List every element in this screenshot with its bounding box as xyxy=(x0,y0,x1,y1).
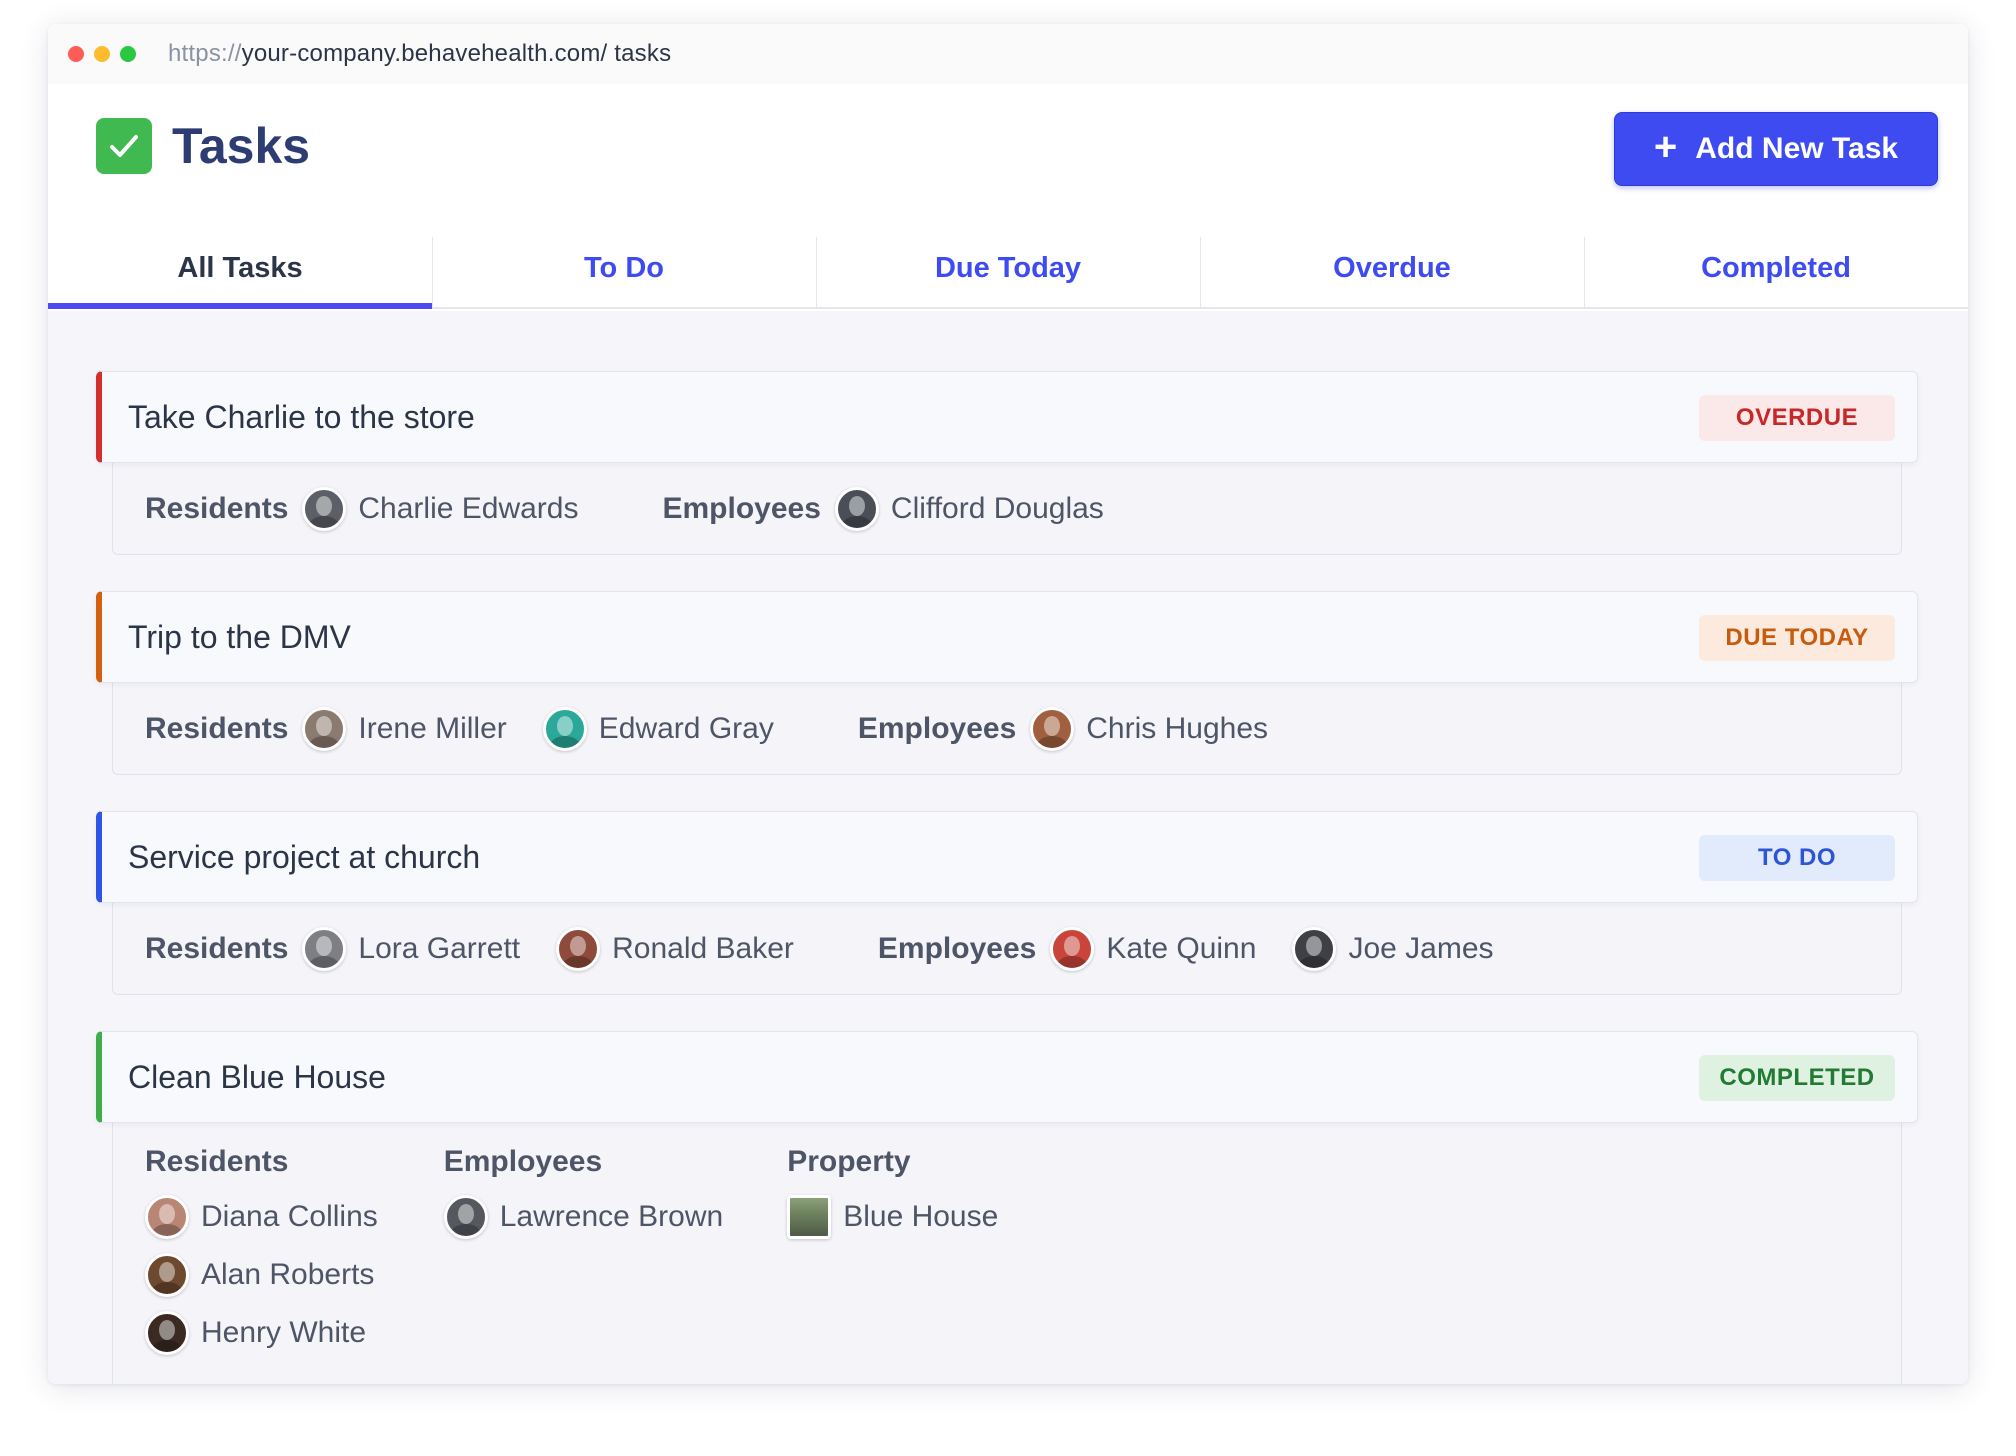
page-title: Tasks xyxy=(172,118,311,174)
status-badge: TO DO xyxy=(1699,835,1895,881)
url-path: your-company.behavehealth.com/ tasks xyxy=(241,40,672,67)
house-thumbnail xyxy=(787,1195,832,1239)
task-title: Clean Blue House xyxy=(128,1058,386,1095)
status-badge: OVERDUE xyxy=(1699,395,1895,441)
employees-column: Employees Lawrence Brown xyxy=(443,1145,724,1253)
page-header: Tasks + Add New Task xyxy=(48,84,1968,234)
person-name: Ronald Baker xyxy=(612,931,794,965)
task-title: Trip to the DMV xyxy=(128,618,351,655)
add-new-task-label: Add New Task xyxy=(1695,132,1899,165)
resident-chip[interactable]: Henry White xyxy=(145,1311,378,1355)
person-name: Lawrence Brown xyxy=(499,1200,724,1233)
avatar xyxy=(1050,926,1095,971)
avatar xyxy=(302,486,347,531)
tab-all-tasks[interactable]: All Tasks xyxy=(48,229,432,309)
tab-to-do[interactable]: To Do xyxy=(432,229,816,307)
employees-label: Employees xyxy=(443,1145,603,1178)
employees-label: Employees xyxy=(857,711,1017,745)
task-header[interactable]: Service project at church TO DO xyxy=(96,811,1918,903)
tab-due-today[interactable]: Due Today xyxy=(816,229,1200,307)
task-card[interactable]: Trip to the DMV DUE TODAY Residents Iren… xyxy=(96,591,1918,775)
person-name: Diana Collins xyxy=(201,1200,378,1233)
person-name: Irene Miller xyxy=(358,711,507,745)
tab-overdue[interactable]: Overdue xyxy=(1200,229,1584,307)
person-name: Henry White xyxy=(201,1316,367,1349)
avatar xyxy=(1292,926,1337,971)
avatar xyxy=(1030,706,1075,751)
property-label: Property xyxy=(787,1145,911,1178)
task-card[interactable]: Service project at church TO DO Resident… xyxy=(96,811,1918,995)
person-name: Kate Quinn xyxy=(1106,931,1257,965)
employee-chip[interactable]: Lawrence Brown xyxy=(443,1195,724,1239)
maximize-window-button[interactable] xyxy=(120,46,136,62)
residents-label: Residents xyxy=(145,491,289,525)
task-card[interactable]: Clean Blue House COMPLETED Residents Dia… xyxy=(96,1031,1918,1384)
task-card[interactable]: Take Charlie to the store OVERDUE Reside… xyxy=(96,371,1918,555)
task-list: Take Charlie to the store OVERDUE Reside… xyxy=(48,311,1968,1384)
employee-chip[interactable]: Chris Hughes xyxy=(1030,706,1269,751)
employees-label: Employees xyxy=(662,491,821,525)
resident-chip[interactable]: Edward Gray xyxy=(542,706,774,751)
person-name: Lora Garrett xyxy=(358,931,521,965)
task-details: Residents Lora Garrett Ronald Baker Empl… xyxy=(112,903,1902,995)
add-new-task-button[interactable]: + Add New Task xyxy=(1614,112,1938,186)
person-name: Joe James xyxy=(1348,931,1494,965)
residents-label: Residents xyxy=(145,711,289,745)
avatar xyxy=(302,926,347,971)
residents-label: Residents xyxy=(145,931,289,965)
resident-chip[interactable]: Lora Garrett xyxy=(302,926,521,971)
avatar xyxy=(443,1195,488,1239)
status-badge: DUE TODAY xyxy=(1699,615,1895,661)
employee-chip[interactable]: Joe James xyxy=(1292,926,1494,971)
person-name: Charlie Edwards xyxy=(358,491,579,525)
residents-label: Residents xyxy=(145,1145,289,1178)
status-badge: COMPLETED xyxy=(1699,1055,1895,1101)
check-square-icon xyxy=(96,118,152,174)
property-column: Property Blue House xyxy=(787,1145,998,1253)
tab-completed[interactable]: Completed xyxy=(1584,229,1968,307)
task-header[interactable]: Take Charlie to the store OVERDUE xyxy=(96,371,1918,463)
employees-label: Employees xyxy=(877,931,1037,965)
task-details: Residents Diana Collins Alan Roberts Hen… xyxy=(112,1123,1902,1384)
task-title: Take Charlie to the store xyxy=(128,398,475,435)
employee-chip[interactable]: Kate Quinn xyxy=(1050,926,1257,971)
avatar xyxy=(834,486,879,531)
task-header[interactable]: Clean Blue House COMPLETED xyxy=(96,1031,1918,1123)
url-protocol: https:// xyxy=(168,40,242,67)
resident-chip[interactable]: Ronald Baker xyxy=(556,926,794,971)
task-details: Residents Irene Miller Edward Gray Emplo… xyxy=(112,683,1902,775)
avatar xyxy=(145,1253,189,1297)
close-window-button[interactable] xyxy=(68,46,84,62)
browser-window: https://your-company.behavehealth.com/ t… xyxy=(48,24,1968,1384)
person-name: Alan Roberts xyxy=(201,1258,375,1291)
avatar xyxy=(145,1195,189,1239)
property-name: Blue House xyxy=(843,1200,999,1233)
resident-chip[interactable]: Alan Roberts xyxy=(145,1253,378,1297)
residents-column: Residents Diana Collins Alan Roberts Hen… xyxy=(145,1145,378,1369)
plus-icon: + xyxy=(1653,125,1678,169)
person-name: Clifford Douglas xyxy=(890,491,1104,525)
avatar xyxy=(556,926,601,971)
task-tabs: All Tasks To Do Due Today Overdue Comple… xyxy=(48,229,1968,309)
person-name: Edward Gray xyxy=(598,711,774,745)
resident-chip[interactable]: Irene Miller xyxy=(302,706,507,751)
task-header[interactable]: Trip to the DMV DUE TODAY xyxy=(96,591,1918,683)
avatar xyxy=(302,706,347,751)
browser-titlebar: https://your-company.behavehealth.com/ t… xyxy=(48,24,1968,84)
address-bar[interactable]: https://your-company.behavehealth.com/ t… xyxy=(168,40,671,68)
resident-chip[interactable]: Diana Collins xyxy=(145,1195,378,1239)
minimize-window-button[interactable] xyxy=(94,46,110,62)
task-details: Residents Charlie Edwards Employees Clif… xyxy=(112,463,1902,555)
person-name: Chris Hughes xyxy=(1086,711,1269,745)
resident-chip[interactable]: Charlie Edwards xyxy=(302,486,579,531)
avatar xyxy=(542,706,587,751)
task-title: Service project at church xyxy=(128,838,481,875)
property-chip[interactable]: Blue House xyxy=(787,1195,998,1239)
avatar xyxy=(145,1311,189,1355)
employee-chip[interactable]: Clifford Douglas xyxy=(834,486,1104,531)
